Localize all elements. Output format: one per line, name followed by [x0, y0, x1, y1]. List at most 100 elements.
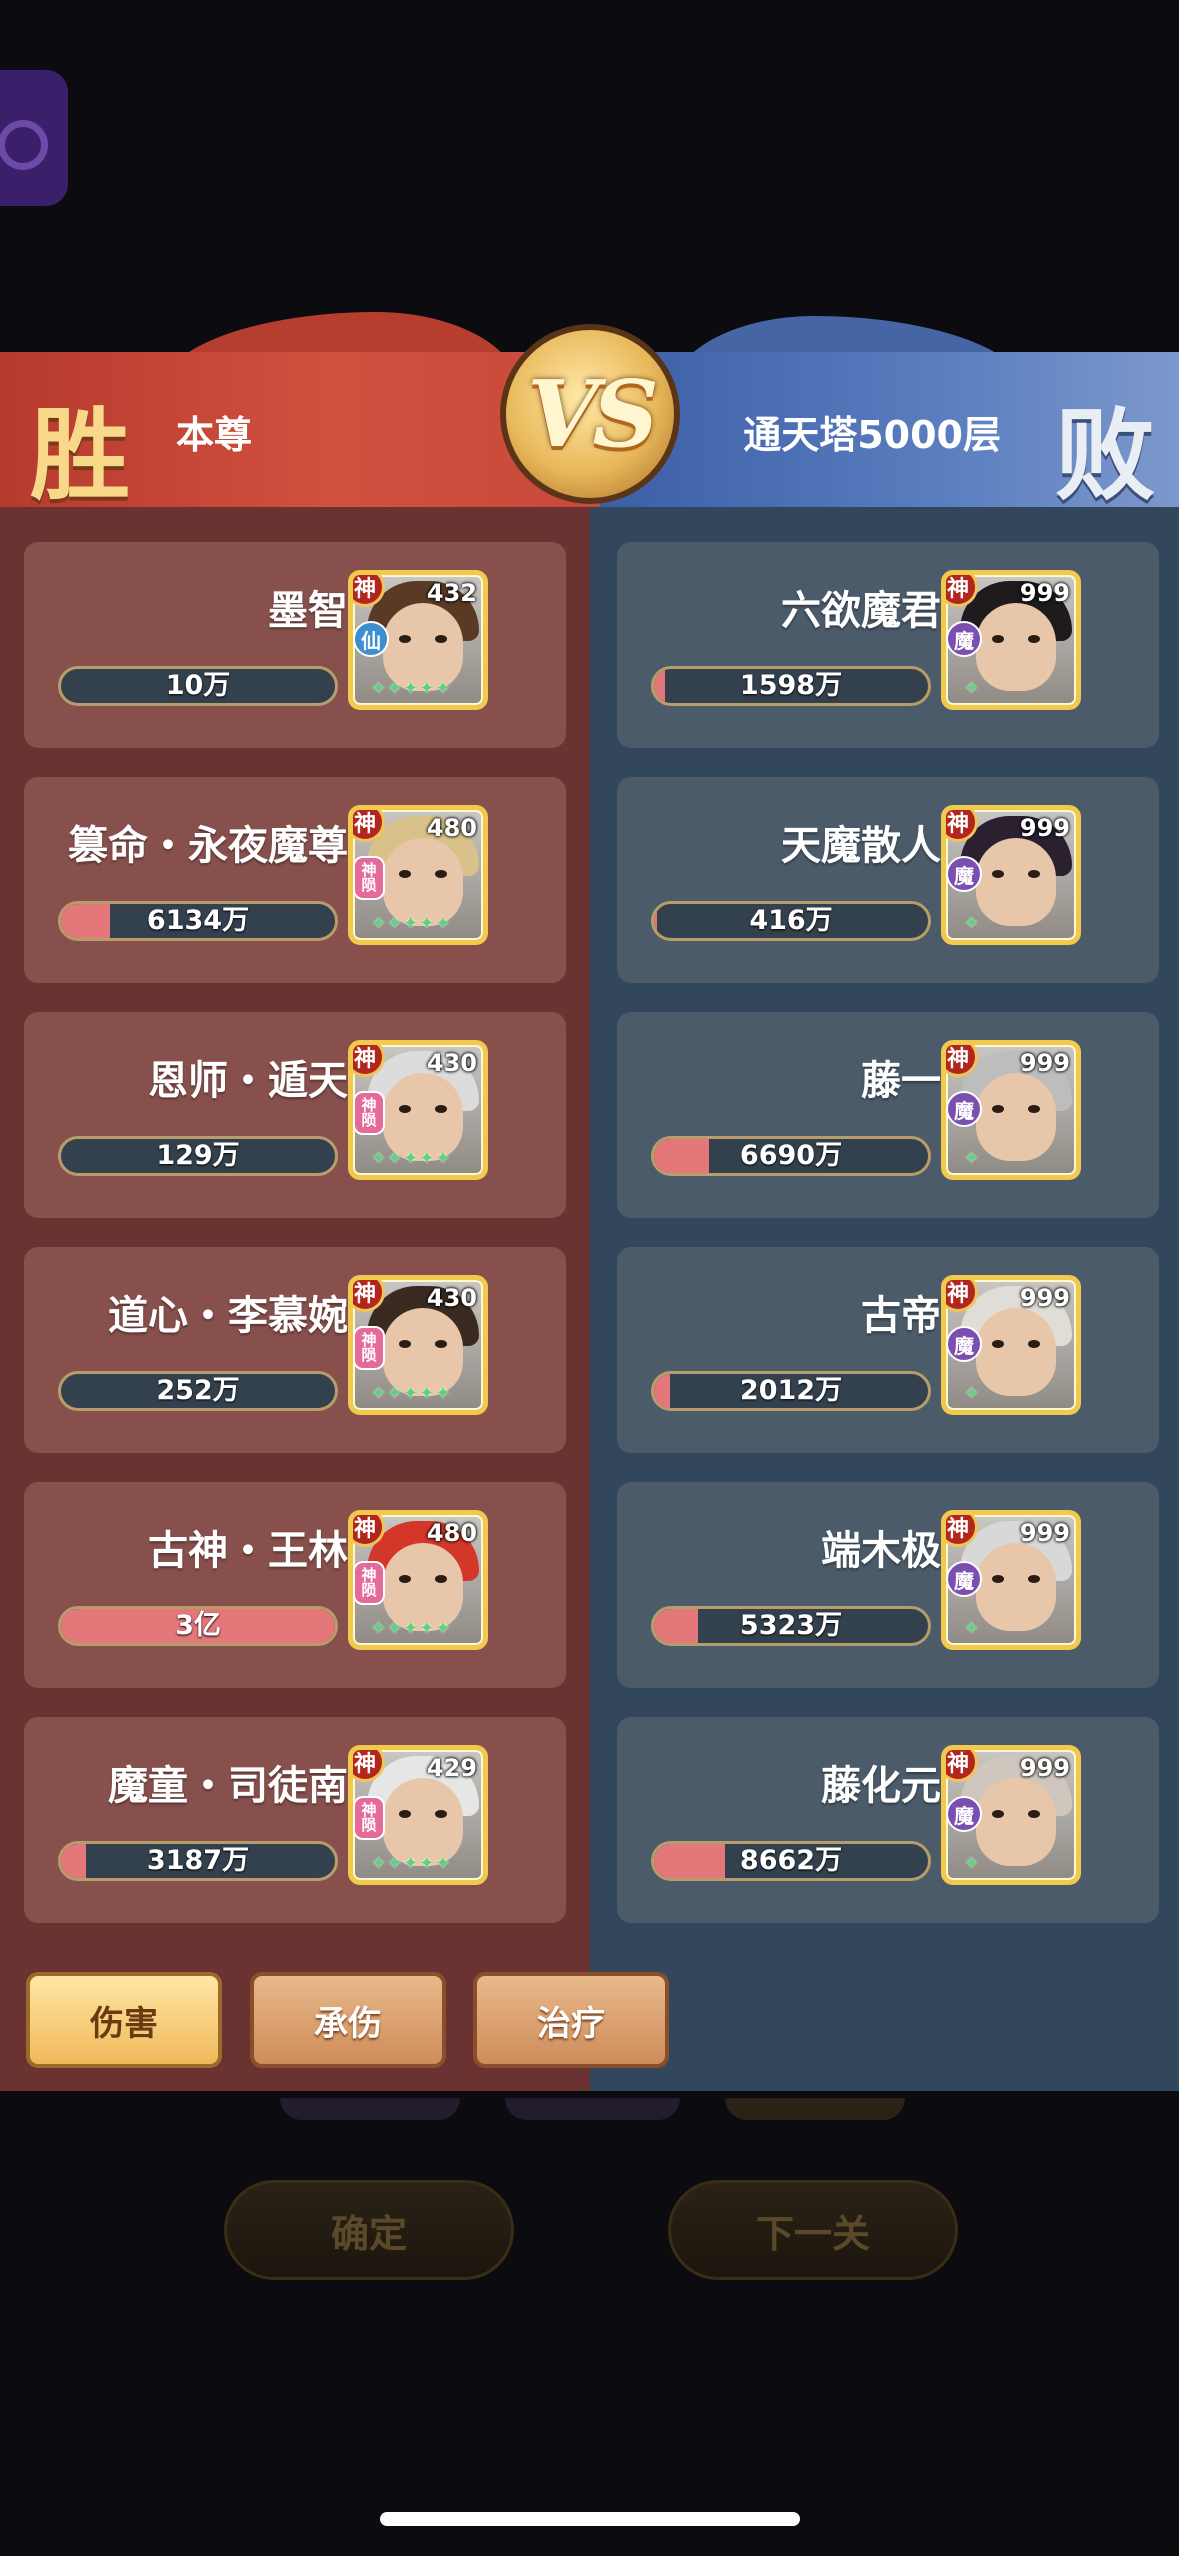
right-hero-card[interactable]: 天魔散人 416万 ✦ 999 神魔 — [617, 777, 1159, 983]
star-leaves-icon: ✦✦✦✦✦ — [371, 678, 452, 699]
hero-eye — [399, 1340, 411, 1348]
star-leaves-icon: ✦ — [964, 678, 981, 699]
next-stage-button[interactable]: 下一关 — [668, 2180, 958, 2280]
star-leaves-icon: ✦ — [964, 913, 981, 934]
hero-eye — [1028, 1575, 1040, 1583]
faction-badge: 神陨 — [353, 1091, 385, 1135]
damage-value: 3187万 — [146, 1845, 250, 1876]
star-leaves-icon: ✦✦✦✦✦ — [371, 1383, 452, 1404]
hero-eye — [992, 870, 1004, 878]
hero-name: 道心・李慕婉 — [108, 1293, 348, 1339]
hero-face — [976, 1308, 1056, 1396]
damage-value: 10万 — [165, 670, 231, 701]
defeat-label: 败 — [1055, 396, 1155, 514]
hero-level: 999 — [1019, 579, 1070, 607]
left-hero-card[interactable]: 墨智 10万 ✦✦✦✦✦ 432 神仙 — [24, 542, 566, 748]
damage-value: 6690万 — [739, 1140, 843, 1171]
left-hero-card[interactable]: 道心・李慕婉 252万 ✦✦✦✦✦ 430 神神陨 — [24, 1247, 566, 1453]
hero-name: 六欲魔君 — [781, 588, 941, 634]
star-leaves-icon: ✦ — [964, 1383, 981, 1404]
star-leaves-icon: ✦ — [964, 1148, 981, 1169]
hero-name: 恩师・遁天 — [148, 1058, 348, 1104]
hero-eye — [992, 635, 1004, 643]
damage-bar: 2012万 — [651, 1371, 931, 1411]
damage-value: 3亿 — [175, 1610, 221, 1641]
hero-eye — [399, 870, 411, 878]
tab-damage[interactable]: 伤害 — [26, 1972, 222, 2068]
damage-bar: 10万 — [58, 666, 338, 706]
star-leaves-icon: ✦✦✦✦✦ — [371, 1148, 452, 1169]
left-hero-card[interactable]: 篡命・永夜魔尊 6134万 ✦✦✦✦✦ 480 神神陨 — [24, 777, 566, 983]
left-hero-card[interactable]: 魔童・司徒南 3187万 ✦✦✦✦✦ 429 神神陨 — [24, 1717, 566, 1923]
corner-menu-button[interactable] — [0, 70, 68, 206]
hero-level: 999 — [1019, 814, 1070, 842]
right-hero-card[interactable]: 六欲魔君 1598万 ✦ 999 神魔 — [617, 542, 1159, 748]
hero-portrait[interactable]: ✦✦✦✦✦ 480 神神陨 — [348, 805, 488, 945]
damage-bar: 6690万 — [651, 1136, 931, 1176]
hero-level: 480 — [426, 814, 477, 842]
right-hero-card[interactable]: 藤化元 8662万 ✦ 999 神魔 — [617, 1717, 1159, 1923]
hero-level: 430 — [426, 1049, 477, 1077]
faction-badge: 魔 — [946, 856, 982, 892]
hero-face — [976, 1073, 1056, 1161]
faction-badge: 仙 — [353, 621, 389, 657]
damage-value: 8662万 — [739, 1845, 843, 1876]
hero-portrait[interactable]: ✦ 999 神魔 — [941, 1745, 1081, 1885]
faction-badge: 神陨 — [353, 1326, 385, 1370]
hero-eye — [1028, 1340, 1040, 1348]
hero-level: 999 — [1019, 1519, 1070, 1547]
star-leaves-icon: ✦✦✦✦✦ — [371, 913, 452, 934]
hero-portrait[interactable]: ✦✦✦✦✦ 432 神仙 — [348, 570, 488, 710]
hero-level: 999 — [1019, 1754, 1070, 1782]
left-hero-card[interactable]: 古神・王林 3亿 ✦✦✦✦✦ 480 神神陨 — [24, 1482, 566, 1688]
hero-portrait[interactable]: ✦ 999 神魔 — [941, 1275, 1081, 1415]
damage-bar: 129万 — [58, 1136, 338, 1176]
tab-damage-taken[interactable]: 承伤 — [250, 1972, 446, 2068]
hero-name: 墨智 — [268, 588, 348, 634]
hero-name: 藤一 — [861, 1058, 941, 1104]
hero-eye — [992, 1810, 1004, 1818]
hero-face — [976, 1543, 1056, 1631]
damage-bar: 252万 — [58, 1371, 338, 1411]
damage-value: 252万 — [156, 1375, 240, 1406]
hero-portrait[interactable]: ✦✦✦✦✦ 480 神神陨 — [348, 1510, 488, 1650]
damage-value: 5323万 — [739, 1610, 843, 1641]
hero-portrait[interactable]: ✦ 999 神魔 — [941, 805, 1081, 945]
star-leaves-icon: ✦ — [964, 1853, 981, 1874]
damage-bar: 3187万 — [58, 1841, 338, 1881]
background-tab-remnant — [725, 2098, 905, 2120]
right-hero-card[interactable]: 端木极 5323万 ✦ 999 神魔 — [617, 1482, 1159, 1688]
hero-portrait[interactable]: ✦✦✦✦✦ 429 神神陨 — [348, 1745, 488, 1885]
hero-eye — [992, 1575, 1004, 1583]
damage-value: 416万 — [749, 905, 833, 936]
hero-eye — [435, 1810, 447, 1818]
hero-face — [976, 603, 1056, 691]
battle-result-header: 胜 本尊 通天塔5000层 败 VS — [0, 312, 1179, 514]
background-tab-remnant — [505, 2098, 680, 2120]
hero-name: 藤化元 — [821, 1763, 941, 1809]
hero-eye — [1028, 1810, 1040, 1818]
hero-name: 古神・王林 — [148, 1528, 348, 1574]
hero-name: 古帝 — [861, 1293, 941, 1339]
left-hero-card[interactable]: 恩师・遁天 129万 ✦✦✦✦✦ 430 神神陨 — [24, 1012, 566, 1218]
faction-badge: 魔 — [946, 1796, 982, 1832]
hero-portrait[interactable]: ✦ 999 神魔 — [941, 570, 1081, 710]
hero-portrait[interactable]: ✦✦✦✦✦ 430 神神陨 — [348, 1275, 488, 1415]
hero-name: 天魔散人 — [781, 823, 941, 869]
hero-portrait[interactable]: ✦✦✦✦✦ 430 神神陨 — [348, 1040, 488, 1180]
hero-portrait[interactable]: ✦ 999 神魔 — [941, 1510, 1081, 1650]
victory-label: 胜 — [30, 396, 130, 514]
star-leaves-icon: ✦✦✦✦✦ — [371, 1618, 452, 1639]
hero-portrait[interactable]: ✦ 999 神魔 — [941, 1040, 1081, 1180]
tab-healing[interactable]: 治疗 — [473, 1972, 669, 2068]
hero-eye — [435, 870, 447, 878]
confirm-button[interactable]: 确定 — [224, 2180, 514, 2280]
right-hero-card[interactable]: 古帝 2012万 ✦ 999 神魔 — [617, 1247, 1159, 1453]
right-hero-card[interactable]: 藤一 6690万 ✦ 999 神魔 — [617, 1012, 1159, 1218]
hero-eye — [992, 1340, 1004, 1348]
damage-value: 129万 — [156, 1140, 240, 1171]
hero-name: 端木极 — [821, 1528, 941, 1574]
hero-level: 432 — [426, 579, 477, 607]
hero-level: 430 — [426, 1284, 477, 1312]
faction-badge: 魔 — [946, 1091, 982, 1127]
